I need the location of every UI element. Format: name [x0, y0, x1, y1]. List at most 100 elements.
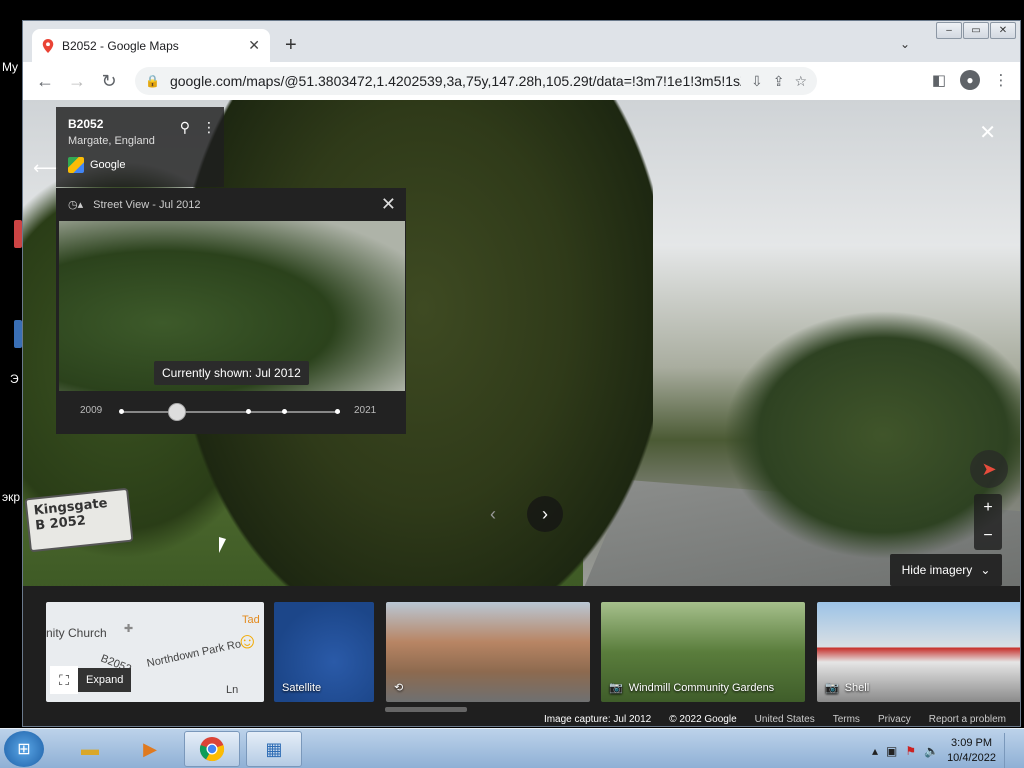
chrome-icon[interactable]	[184, 731, 240, 767]
panorama-navigation: ‹ ›	[475, 496, 563, 532]
google-maps-logo-icon	[68, 157, 84, 173]
timeline-stop[interactable]	[335, 409, 340, 414]
show-desktop-button[interactable]	[1004, 733, 1016, 768]
control-panel-icon[interactable]: ▦	[246, 731, 302, 767]
new-tab-icon[interactable]: +	[285, 35, 297, 55]
chrome-logo-icon	[199, 737, 225, 762]
zoom-control: + −	[974, 494, 1002, 550]
menu-kebab-icon[interactable]: ⋮	[990, 69, 1012, 91]
pegman-icon[interactable]: ☺	[236, 628, 258, 654]
image-capture-date: Image capture: Jul 2012	[543, 714, 652, 725]
hide-imagery-button[interactable]: Hide imagery ⌄	[890, 554, 1002, 586]
volume-icon[interactable]: 🔈	[924, 744, 939, 758]
imagery-strip: nity Church ✚ Northdown Park Ro B2052 Ln…	[23, 586, 1020, 726]
tab-search-chevron-icon[interactable]: ⌄	[900, 37, 910, 51]
desktop-icon[interactable]	[14, 220, 22, 248]
install-icon[interactable]: ⇩	[751, 73, 763, 90]
road-sign: Kingsgate B 2052	[24, 487, 134, 553]
terms-link[interactable]: Terms	[833, 714, 860, 726]
desktop-icon[interactable]	[14, 320, 22, 348]
window-controls: – ▭ ✕	[936, 22, 1016, 39]
time-travel-title: Street View - Jul 2012	[93, 198, 201, 211]
timeline-start-year: 2009	[80, 405, 103, 416]
lock-icon[interactable]: 🔒	[145, 74, 160, 88]
expand-icon: ⛶	[50, 666, 78, 694]
timeline-slider-handle[interactable]	[168, 403, 186, 421]
street-view-thumbnail-card[interactable]: ⟲	[386, 602, 590, 702]
address-bar[interactable]: 🔒 google.com/maps/@51.3803472,1.4202539,…	[135, 67, 817, 95]
expand-button[interactable]: ⛶ Expand	[50, 666, 132, 694]
satellite-label: Satellite	[282, 682, 322, 694]
tray-expand-icon[interactable]: ▴	[872, 744, 878, 758]
timeline-stop[interactable]	[246, 409, 251, 414]
profile-avatar-icon[interactable]: ●	[960, 70, 980, 90]
copyright: © 2022 Google	[669, 714, 737, 725]
timeline-track[interactable]	[122, 411, 340, 413]
timeline-slider[interactable]: 2009 2021	[56, 399, 406, 425]
reload-icon[interactable]: ↻	[93, 65, 125, 97]
zoom-in-icon[interactable]: +	[974, 494, 1002, 522]
next-arrow-icon[interactable]: ›	[527, 496, 563, 532]
browser-toolbar: ← → ↻ 🔒 google.com/maps/@51.3803472,1.42…	[23, 62, 1020, 100]
church-icon: ✚	[124, 623, 134, 635]
forward-arrow-icon[interactable]: →	[61, 65, 93, 97]
bookmark-star-icon[interactable]: ☆	[794, 73, 807, 90]
satellite-thumbnail-card[interactable]: Satellite	[274, 602, 374, 702]
place-card: B2052 Margate, England Google ⚲ ⋮	[56, 107, 224, 187]
maximize-button[interactable]: ▭	[963, 22, 989, 39]
map-thumbnail-card[interactable]: nity Church ✚ Northdown Park Ro B2052 Ln…	[46, 602, 264, 702]
timeline-end-year: 2021	[354, 405, 377, 416]
close-street-view-icon[interactable]: ✕	[979, 120, 996, 145]
desktop-label: My	[2, 60, 18, 74]
side-panel-icon[interactable]: ◧	[928, 69, 950, 91]
place-subtitle: Margate, England	[68, 135, 155, 147]
zoom-out-icon[interactable]: −	[974, 522, 1002, 550]
privacy-link[interactable]: Privacy	[878, 714, 911, 726]
shell-label: Shell	[844, 681, 870, 694]
action-center-icon[interactable]: ⚑	[905, 744, 916, 758]
network-icon[interactable]: ▣	[886, 744, 897, 758]
location-pin-icon[interactable]: ⚲	[180, 119, 190, 136]
time-travel-panel: ◷▴ Street View - Jul 2012 ✕ Currently sh…	[56, 188, 406, 434]
toolbar-actions: ◧ ● ⋮	[928, 69, 1012, 91]
previous-arrow-icon[interactable]: ‹	[475, 496, 511, 532]
system-tray: ▴ ▣ ⚑ 🔈 3:09 PM 10/4/2022	[872, 733, 1016, 768]
tab-close-icon[interactable]: ✕	[248, 37, 260, 54]
url-text[interactable]: google.com/maps/@51.3803472,1.4202539,3a…	[170, 73, 741, 89]
place-attribution[interactable]: Google	[68, 157, 212, 173]
timeline-stop[interactable]	[119, 409, 124, 414]
map-label: nity Church	[46, 626, 107, 640]
clock-time: 3:09 PM	[951, 737, 993, 749]
desktop-label: экр	[2, 490, 21, 504]
camera-icon: 📷	[825, 682, 839, 694]
attribution-label: Google	[90, 159, 126, 171]
browser-window: B2052 - Google Maps ✕ + ⌄ – ▭ ✕ ← → ↻ 🔒 …	[22, 20, 1021, 727]
report-problem-link[interactable]: Report a problem	[929, 714, 1006, 726]
clock[interactable]: 3:09 PM 10/4/2022	[947, 736, 996, 766]
tab-google-maps[interactable]: B2052 - Google Maps ✕	[32, 29, 270, 62]
media-player-icon[interactable]: ▶	[122, 731, 178, 767]
timeline-tooltip: Currently shown: Jul 2012	[154, 361, 309, 385]
history-clock-icon[interactable]: ◷▴	[68, 198, 83, 211]
desktop-label: Э	[10, 372, 19, 386]
minimize-button[interactable]: –	[936, 22, 962, 39]
more-options-icon[interactable]: ⋮	[202, 119, 216, 136]
back-arrow-icon[interactable]: ←	[29, 65, 61, 97]
start-button-icon[interactable]: ⊞	[4, 731, 44, 767]
photo-thumbnail-card[interactable]: 📷 Windmill Community Gardens	[601, 602, 805, 702]
time-travel-header: ◷▴ Street View - Jul 2012	[56, 188, 406, 221]
file-explorer-icon[interactable]: ▬	[62, 731, 118, 767]
country-link[interactable]: United States	[755, 714, 815, 726]
close-window-button[interactable]: ✕	[990, 22, 1016, 39]
photo-card-label: 📷 Shell	[825, 681, 870, 695]
close-timeline-icon[interactable]: ✕	[381, 194, 396, 215]
imagery-scrollbar[interactable]	[385, 707, 467, 712]
timeline-stop[interactable]	[282, 409, 287, 414]
maps-pin-icon	[42, 38, 54, 53]
back-arrow-icon[interactable]: ⟵	[33, 158, 59, 179]
street-view-panorama[interactable]: Kingsgate B 2052 ⟵ ✕ B2052 Margate, Engl…	[23, 100, 1020, 586]
windmill-label: Windmill Community Gardens	[628, 681, 775, 694]
photo-thumbnail-card[interactable]: 📷 Shell	[817, 602, 1020, 702]
share-icon[interactable]: ⇪	[773, 73, 785, 90]
compass-icon[interactable]: ➤	[970, 450, 1008, 488]
